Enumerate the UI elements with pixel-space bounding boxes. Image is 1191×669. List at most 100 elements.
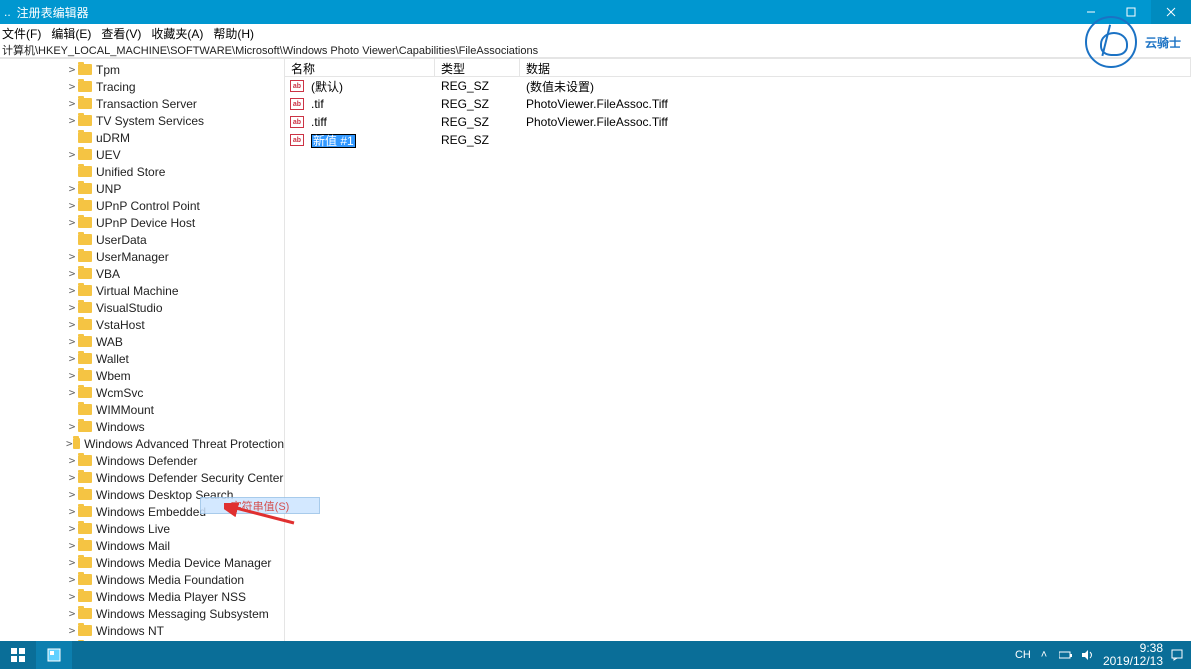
col-type[interactable]: 类型: [435, 59, 520, 76]
tree-item[interactable]: >TV System Services: [0, 112, 284, 129]
chevron-right-icon[interactable]: >: [66, 148, 78, 161]
tree-item[interactable]: >VstaHost: [0, 316, 284, 333]
chevron-right-icon[interactable]: >: [66, 199, 78, 212]
chevron-right-icon[interactable]: >: [66, 624, 78, 637]
tree-item[interactable]: >Transaction Server: [0, 95, 284, 112]
menu-help[interactable]: 帮助(H): [213, 25, 254, 42]
language-indicator[interactable]: CH: [1015, 649, 1029, 661]
tree-item[interactable]: >Windows Defender: [0, 452, 284, 469]
chevron-right-icon[interactable]: >: [66, 590, 78, 603]
col-name[interactable]: 名称: [285, 59, 435, 76]
tree-item[interactable]: >Windows Messaging Subsystem: [0, 605, 284, 622]
folder-icon: [78, 591, 92, 602]
path-bar[interactable]: 计算机\HKEY_LOCAL_MACHINE\SOFTWARE\Microsof…: [0, 42, 1191, 58]
tree-item-label: VBA: [96, 267, 120, 281]
tree-item[interactable]: >Windows Advanced Threat Protection: [0, 435, 284, 452]
tree-item[interactable]: > VBA: [0, 265, 284, 282]
chevron-right-icon[interactable]: >: [66, 267, 78, 280]
chevron-right-icon[interactable]: >: [66, 573, 78, 586]
volume-icon[interactable]: [1081, 649, 1095, 661]
battery-icon[interactable]: [1059, 650, 1073, 660]
clock-date: 2019/12/13: [1103, 655, 1163, 668]
tree-item[interactable]: Unified Store: [0, 163, 284, 180]
tree-item[interactable]: >UPnP Device Host: [0, 214, 284, 231]
chevron-right-icon[interactable]: >: [66, 335, 78, 348]
action-center-icon[interactable]: [1171, 649, 1185, 661]
taskbar-clock[interactable]: 9:38 2019/12/13: [1103, 642, 1163, 668]
tree-item[interactable]: uDRM: [0, 129, 284, 146]
folder-icon: [78, 132, 92, 143]
menu-view[interactable]: 查看(V): [101, 25, 141, 42]
tree-item[interactable]: UserData: [0, 231, 284, 248]
tree-item[interactable]: >Windows Media Device Manager: [0, 554, 284, 571]
tree-item[interactable]: >Windows Media Foundation: [0, 571, 284, 588]
chevron-right-icon[interactable]: >: [66, 607, 78, 620]
chevron-right-icon[interactable]: >: [66, 539, 78, 552]
tree-item[interactable]: >Tracing: [0, 78, 284, 95]
tree-item[interactable]: >WcmSvc: [0, 384, 284, 401]
reg-sz-icon: ab: [289, 115, 305, 129]
chevron-right-icon[interactable]: >: [66, 352, 78, 365]
value-name[interactable]: 新值 #1: [309, 132, 435, 149]
tree-item[interactable]: >UPnP Control Point: [0, 197, 284, 214]
values-header[interactable]: 名称 类型 数据: [285, 59, 1191, 77]
value-type: REG_SZ: [435, 79, 520, 93]
taskbar[interactable]: CH ˄ 9:38 2019/12/13: [0, 641, 1191, 669]
chevron-right-icon[interactable]: >: [66, 216, 78, 229]
values-pane[interactable]: 名称 类型 数据 ab(默认)REG_SZ(数值未设置)ab.tifREG_SZ…: [285, 59, 1191, 669]
tree-item[interactable]: >Windows Defender Security Center: [0, 469, 284, 486]
chevron-right-icon[interactable]: >: [66, 505, 78, 518]
tree-item-label: Windows Embedded: [96, 505, 206, 519]
chevron-right-icon[interactable]: >: [66, 301, 78, 314]
chevron-right-icon[interactable]: >: [66, 471, 78, 484]
tree-item[interactable]: >Windows Mail: [0, 537, 284, 554]
tree-item[interactable]: >Virtual Machine: [0, 282, 284, 299]
chevron-right-icon[interactable]: >: [66, 284, 78, 297]
tree-item-label: Windows: [96, 420, 145, 434]
chevron-right-icon[interactable]: >: [66, 250, 78, 263]
chevron-right-icon[interactable]: >: [66, 522, 78, 535]
chevron-right-icon[interactable]: >: [66, 386, 78, 399]
tree-item[interactable]: WIMMount: [0, 401, 284, 418]
menu-file[interactable]: 文件(F): [2, 25, 41, 42]
folder-icon: [78, 200, 92, 211]
folder-icon: [78, 183, 92, 194]
value-row[interactable]: ab.tiffREG_SZPhotoViewer.FileAssoc.Tiff: [285, 113, 1191, 131]
chevron-right-icon[interactable]: >: [66, 114, 78, 127]
task-item-regedit[interactable]: [36, 641, 72, 669]
context-menu-item[interactable]: 字符串值(S): [200, 497, 320, 514]
menu-favorites[interactable]: 收藏夹(A): [151, 25, 203, 42]
tree-item[interactable]: >Wbem: [0, 367, 284, 384]
tree-item[interactable]: >Wallet: [0, 350, 284, 367]
registry-tree[interactable]: >Tpm>Tracing>Transaction Server>TV Syste…: [0, 59, 285, 669]
value-row[interactable]: ab(默认)REG_SZ(数值未设置): [285, 77, 1191, 95]
tree-item[interactable]: >VisualStudio: [0, 299, 284, 316]
tree-item[interactable]: >UEV: [0, 146, 284, 163]
chevron-right-icon[interactable]: >: [66, 369, 78, 382]
value-row[interactable]: ab新值 #1REG_SZ: [285, 131, 1191, 149]
chevron-right-icon[interactable]: >: [66, 63, 78, 76]
tree-item[interactable]: >Tpm: [0, 61, 284, 78]
tree-item[interactable]: >Windows Live: [0, 520, 284, 537]
chevron-right-icon[interactable]: >: [66, 182, 78, 195]
chevron-right-icon[interactable]: >: [66, 437, 73, 450]
value-row[interactable]: ab.tifREG_SZPhotoViewer.FileAssoc.Tiff: [285, 95, 1191, 113]
chevron-up-icon[interactable]: ˄: [1037, 649, 1051, 661]
chevron-right-icon[interactable]: >: [66, 454, 78, 467]
reg-sz-icon: ab: [289, 97, 305, 111]
chevron-right-icon[interactable]: >: [66, 97, 78, 110]
tree-item[interactable]: >Windows Media Player NSS: [0, 588, 284, 605]
menu-edit[interactable]: 编辑(E): [51, 25, 91, 42]
chevron-right-icon[interactable]: >: [66, 420, 78, 433]
folder-icon: [78, 574, 92, 585]
chevron-right-icon[interactable]: >: [66, 318, 78, 331]
tree-item[interactable]: > Windows: [0, 418, 284, 435]
chevron-right-icon[interactable]: >: [66, 488, 78, 501]
tree-item[interactable]: >WAB: [0, 333, 284, 350]
tree-item[interactable]: >UNP: [0, 180, 284, 197]
chevron-right-icon[interactable]: >: [66, 80, 78, 93]
tree-item[interactable]: >Windows NT: [0, 622, 284, 639]
start-button[interactable]: [0, 641, 36, 669]
tree-item[interactable]: >UserManager: [0, 248, 284, 265]
chevron-right-icon[interactable]: >: [66, 556, 78, 569]
